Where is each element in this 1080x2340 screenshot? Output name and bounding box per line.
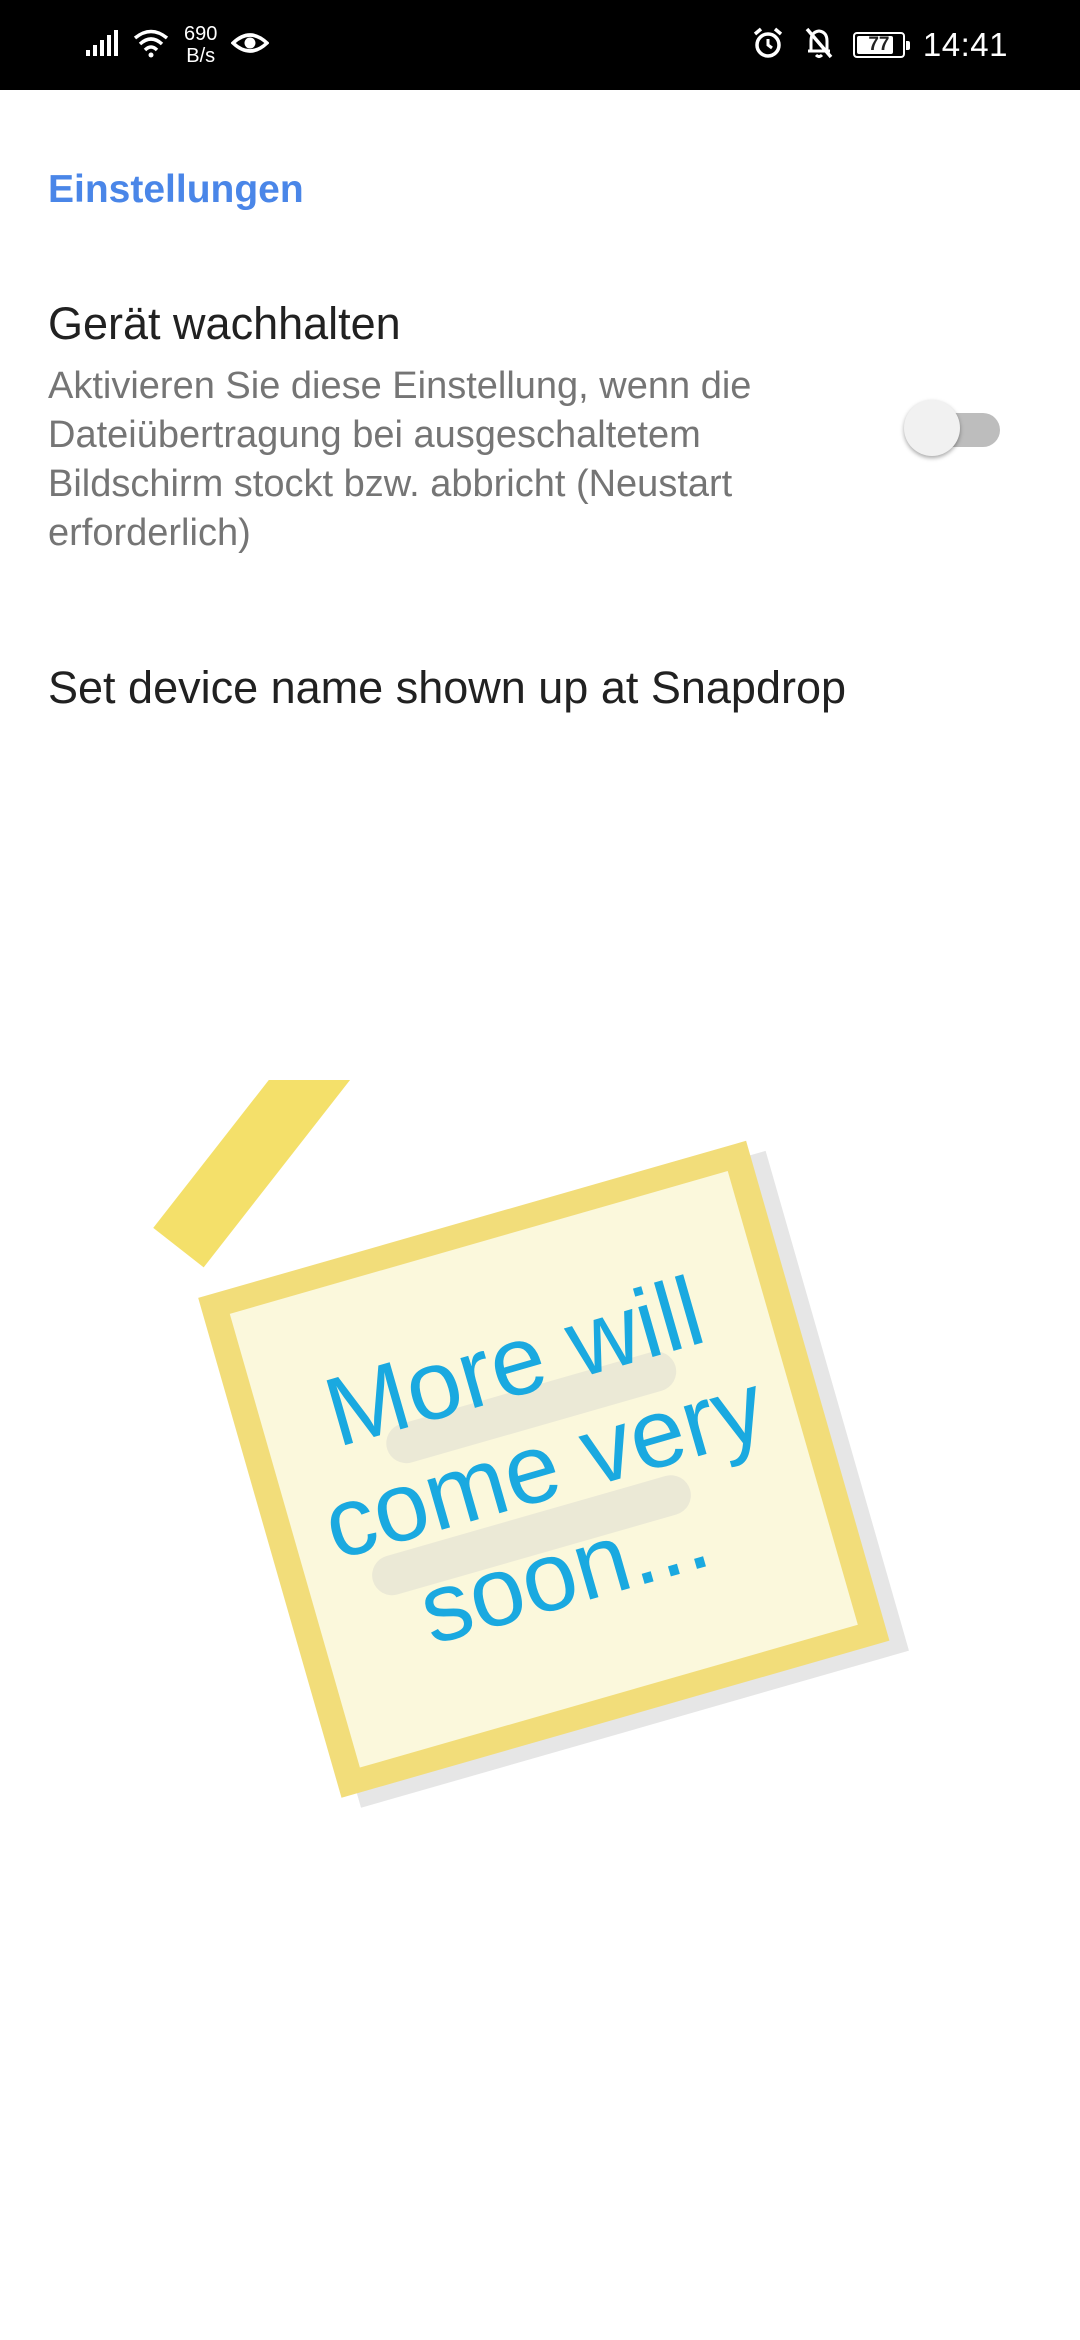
- network-speed-value: 690: [184, 23, 218, 45]
- signal-icon: [84, 29, 118, 61]
- device-name-preference[interactable]: Set device name shown up at Snapdrop: [48, 662, 846, 714]
- keep-awake-switch[interactable]: [904, 396, 1000, 456]
- switch-thumb: [904, 400, 960, 456]
- status-bar: 690 B/s 77 14:41: [0, 0, 1080, 90]
- battery-level: 77: [868, 34, 890, 55]
- network-speed: 690 B/s: [184, 23, 217, 67]
- settings-section-title: Einstellungen: [48, 168, 304, 211]
- status-bar-right: 77 14:41: [751, 0, 1008, 90]
- network-speed-unit: B/s: [186, 45, 216, 67]
- status-bar-time: 14:41: [922, 26, 1008, 63]
- status-bar-left: 690 B/s: [84, 0, 270, 90]
- battery-icon: 77: [852, 32, 910, 58]
- keep-awake-summary: Aktivieren Sie diese Einstellung, wenn d…: [48, 365, 752, 554]
- bell-off-icon: [803, 26, 835, 65]
- alarm-icon: [751, 26, 785, 65]
- battery-tip: [905, 41, 910, 50]
- sticky-note-illustration: More will come very soon...: [153, 1080, 909, 1808]
- eye-icon: [230, 29, 270, 62]
- wifi-icon: [132, 28, 170, 63]
- tape-strip: [153, 1080, 370, 1268]
- keep-awake-title: Gerät wachhalten: [48, 298, 401, 349]
